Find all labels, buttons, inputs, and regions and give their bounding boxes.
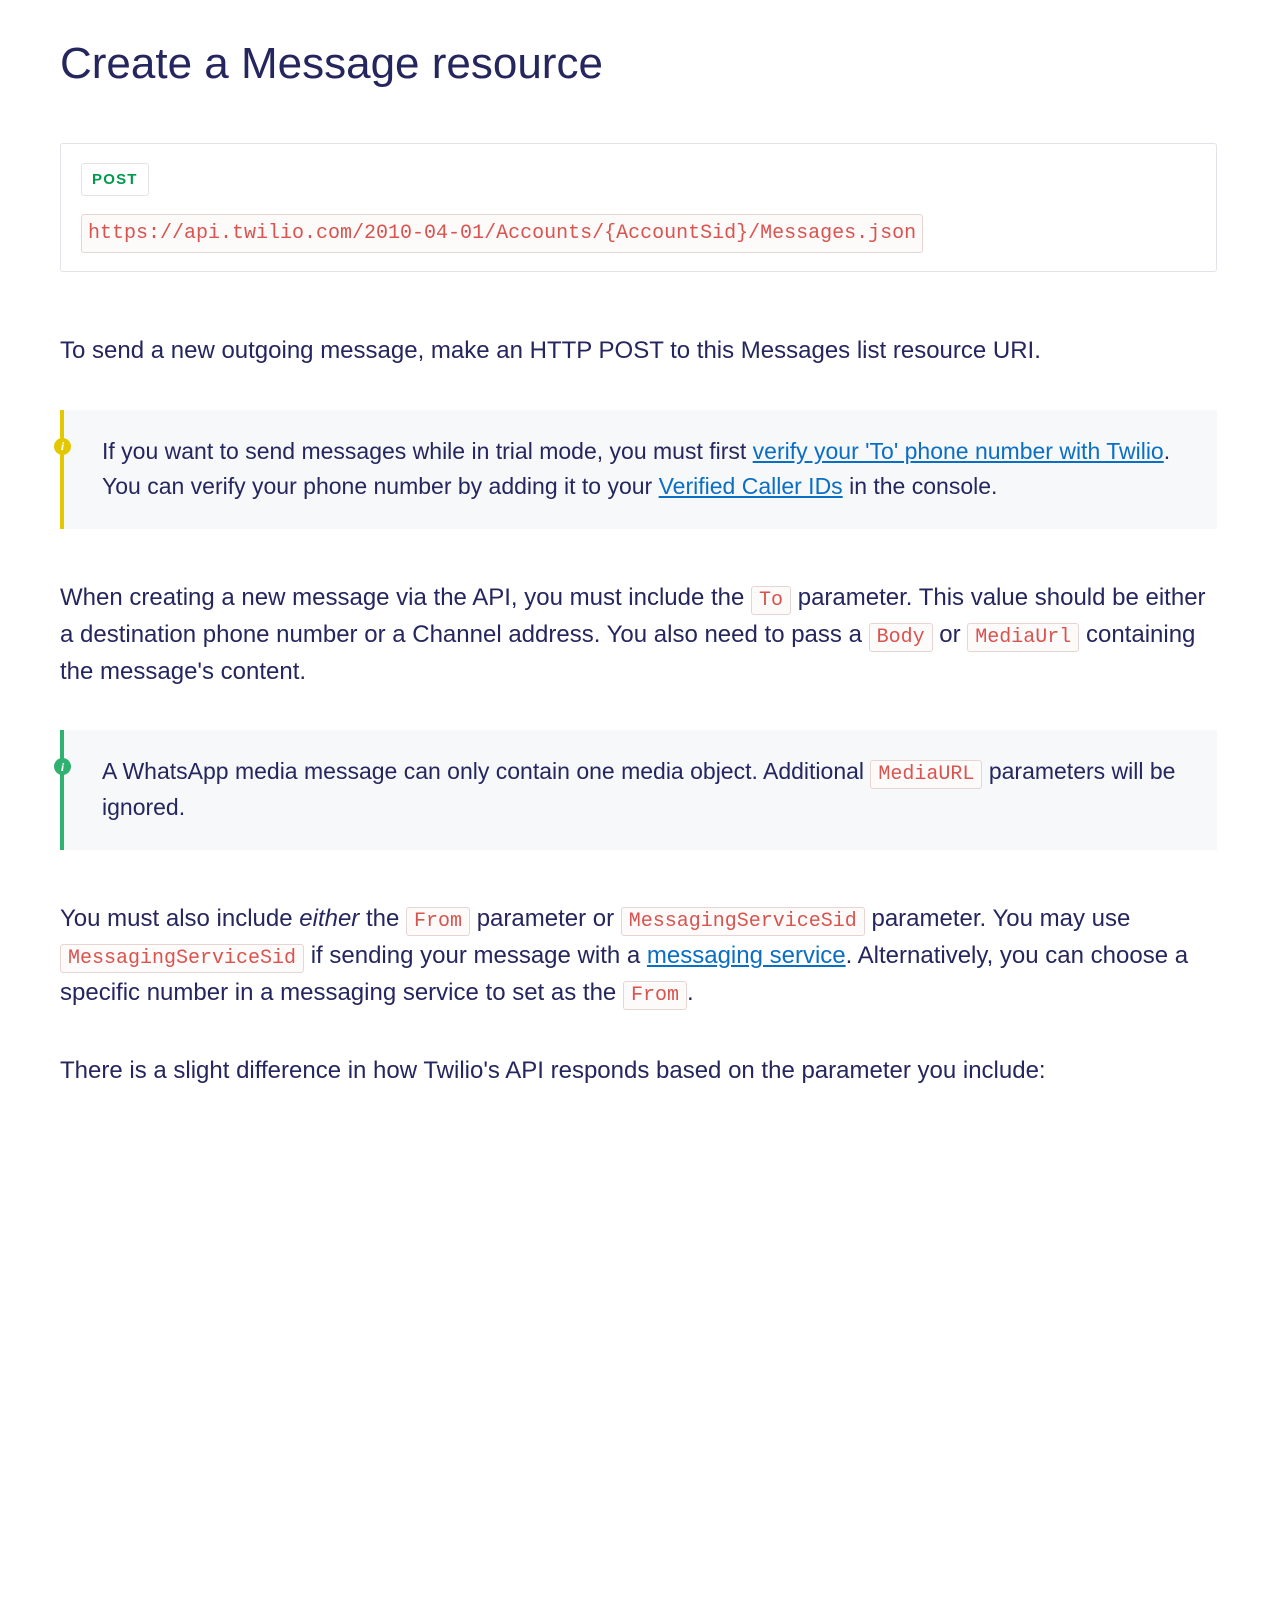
text-fragment: If you want to send messages while in tr…: [102, 438, 753, 464]
whatsapp-callout: i A WhatsApp media message can only cont…: [60, 730, 1217, 850]
code-to: To: [751, 586, 791, 615]
code-messagingservicesid-2: MessagingServiceSid: [60, 944, 304, 973]
code-mediaurl-caps: MediaURL: [870, 760, 982, 789]
code-messagingservicesid: MessagingServiceSid: [621, 907, 865, 936]
verified-caller-ids-link[interactable]: Verified Caller IDs: [659, 473, 843, 499]
code-body: Body: [869, 623, 933, 652]
endpoint-box: POST https://api.twilio.com/2010-04-01/A…: [60, 143, 1217, 272]
code-mediaurl: MediaUrl: [967, 623, 1079, 652]
info-icon: i: [54, 758, 71, 775]
verify-phone-link[interactable]: verify your 'To' phone number with Twili…: [753, 438, 1164, 464]
text-fragment: You must also include: [60, 905, 299, 932]
text-fragment: the: [359, 905, 406, 932]
messaging-service-link[interactable]: messaging service: [647, 942, 846, 969]
code-from: From: [406, 907, 470, 936]
page-title: Create a Message resource: [60, 30, 1217, 98]
difference-paragraph: There is a slight difference in how Twil…: [60, 1052, 1217, 1089]
emphasis-either: either: [299, 905, 359, 932]
text-fragment: or: [933, 621, 968, 648]
endpoint-url: https://api.twilio.com/2010-04-01/Accoun…: [81, 214, 923, 253]
text-fragment: if sending your message with a: [304, 942, 647, 969]
text-fragment: A WhatsApp media message can only contai…: [102, 758, 870, 784]
intro-paragraph: To send a new outgoing message, make an …: [60, 332, 1217, 369]
code-from-2: From: [623, 981, 687, 1010]
text-fragment: parameter. You may use: [865, 905, 1131, 932]
trial-mode-callout: i If you want to send messages while in …: [60, 410, 1217, 529]
text-fragment: parameter or: [470, 905, 621, 932]
info-icon: i: [54, 438, 71, 455]
http-method-badge: POST: [81, 163, 149, 196]
callout-text: If you want to send messages while in tr…: [102, 434, 1187, 505]
text-fragment: in the console.: [843, 473, 998, 499]
text-fragment: When creating a new message via the API,…: [60, 584, 751, 611]
to-parameter-paragraph: When creating a new message via the API,…: [60, 579, 1217, 691]
from-parameter-paragraph: You must also include either the From pa…: [60, 900, 1217, 1012]
callout-text: A WhatsApp media message can only contai…: [102, 754, 1187, 826]
text-fragment: .: [687, 979, 694, 1006]
